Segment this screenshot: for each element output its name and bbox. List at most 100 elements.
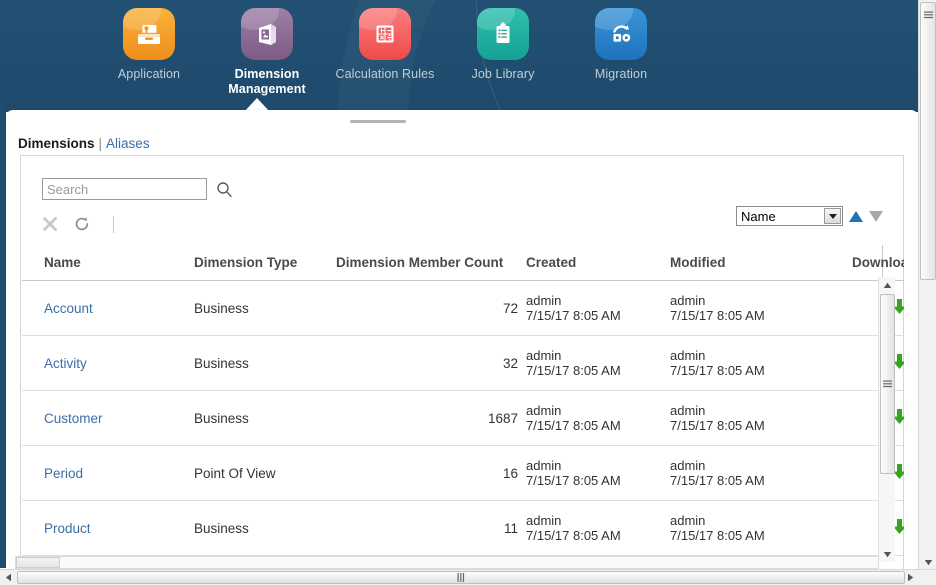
dimension-management-icon <box>241 8 293 60</box>
table-scroll-thumb[interactable] <box>880 294 895 474</box>
dimensions-table-scroll-area: Name Dimension Type Dimension Member Cou… <box>22 245 904 569</box>
breadcrumb: Dimensions | Aliases <box>18 136 150 151</box>
breadcrumb-dimensions: Dimensions <box>18 136 95 151</box>
sort-descending-icon[interactable] <box>869 210 883 222</box>
column-header-name[interactable]: Name <box>22 245 194 281</box>
scroll-thumb-grip <box>923 11 933 19</box>
page-scroll-thumb[interactable] <box>920 2 936 280</box>
cell-modified-time: 7/15/17 8:05 AM <box>670 363 765 378</box>
cell-dimension-type: Point Of View <box>194 445 336 501</box>
table-header: Name Dimension Type Dimension Member Cou… <box>22 245 904 281</box>
cell-created-user: admin <box>526 513 562 528</box>
table-row[interactable]: Account Business 72 admin 7/15/17 8:05 A… <box>22 280 904 336</box>
nav-label-migration: Migration <box>594 67 648 81</box>
dimension-link-activity[interactable]: Activity <box>44 356 87 371</box>
nav-label-dimension-management: Dimension Management <box>228 67 306 96</box>
cell-created-user: admin <box>526 458 562 473</box>
cell-created-time: 7/15/17 8:05 AM <box>526 363 621 378</box>
nav-label-application: Application <box>117 67 181 81</box>
page-horizontal-scrollbar[interactable] <box>0 569 936 585</box>
dimensions-table: Name Dimension Type Dimension Member Cou… <box>22 245 904 556</box>
page-scroll-down-icon[interactable] <box>919 554 936 570</box>
sort-ascending-icon[interactable] <box>849 210 863 222</box>
chevron-down-icon[interactable] <box>824 208 841 224</box>
nav-item-job-library[interactable]: Job Library <box>444 8 562 82</box>
table-row[interactable]: Customer Business 1687 admin 7/15/17 8:0… <box>22 390 904 446</box>
calculation-rules-icon <box>359 8 411 60</box>
breadcrumb-aliases-link[interactable]: Aliases <box>106 136 150 151</box>
cell-member-count: 32 <box>336 335 526 391</box>
table-row[interactable]: Product Business 11 admin 7/15/17 8:05 A… <box>22 500 904 556</box>
cell-dimension-type: Business <box>194 500 336 556</box>
close-x-icon[interactable] <box>41 215 59 233</box>
cell-created-user: admin <box>526 293 562 308</box>
nav-item-dimension-management[interactable]: Dimension Management <box>208 8 326 97</box>
search-toolbar <box>42 178 233 200</box>
panel-resize-handle[interactable] <box>350 120 406 123</box>
cell-dimension-type: Business <box>194 280 336 336</box>
magnifier-icon[interactable] <box>216 181 233 198</box>
nav-item-calculation-rules[interactable]: Calculation Rules <box>326 8 444 82</box>
scroll-thumb-grip <box>457 573 465 582</box>
column-header-created[interactable]: Created <box>526 245 670 281</box>
cell-member-count: 16 <box>336 445 526 501</box>
cell-created-time: 7/15/17 8:05 AM <box>526 308 621 323</box>
column-header-dimension-member-count[interactable]: Dimension Member Count <box>336 245 526 281</box>
scroll-thumb-grip <box>883 380 892 388</box>
action-toolbar <box>41 213 114 235</box>
job-library-icon <box>477 8 529 60</box>
scroll-left-icon[interactable] <box>1 571 15 584</box>
table-horizontal-scrollbar[interactable] <box>15 556 879 569</box>
cell-modified-user: admin <box>670 293 706 308</box>
table-row[interactable]: Activity Business 32 admin 7/15/17 8:05 … <box>22 335 904 391</box>
cell-member-count: 72 <box>336 280 526 336</box>
page-hscroll-thumb[interactable] <box>17 571 905 584</box>
application-icon <box>123 8 175 60</box>
cell-modified-user: admin <box>670 513 706 528</box>
dimension-link-period[interactable]: Period <box>44 466 83 481</box>
cell-dimension-type: Business <box>194 390 336 446</box>
cell-created-time: 7/15/17 8:05 AM <box>526 418 621 433</box>
migration-icon <box>595 8 647 60</box>
column-header-download[interactable]: Download <box>830 245 904 281</box>
cell-created-user: admin <box>526 348 562 363</box>
cell-dimension-type: Business <box>194 335 336 391</box>
table-vertical-scrollbar[interactable] <box>878 277 895 562</box>
table-hscroll-thumb[interactable] <box>16 557 60 568</box>
cell-modified-time: 7/15/17 8:05 AM <box>670 528 765 543</box>
cell-created-time: 7/15/17 8:05 AM <box>526 473 621 488</box>
toolbar-divider <box>113 215 114 233</box>
nav-label-calculation-rules: Calculation Rules <box>335 67 435 81</box>
cell-modified-time: 7/15/17 8:05 AM <box>670 473 765 488</box>
nav-item-migration[interactable]: Migration <box>562 8 680 82</box>
cell-modified-user: admin <box>670 403 706 418</box>
scroll-right-icon[interactable] <box>903 571 917 584</box>
refresh-icon[interactable] <box>73 215 91 233</box>
nav-item-application[interactable]: Application <box>90 8 208 82</box>
cell-member-count: 1687 <box>336 390 526 446</box>
dimension-link-product[interactable]: Product <box>44 521 91 536</box>
scroll-down-icon[interactable] <box>879 546 896 562</box>
cell-member-count: 11 <box>336 500 526 556</box>
table-header-row: Name Dimension Type Dimension Member Cou… <box>22 245 904 281</box>
table-body: Account Business 72 admin 7/15/17 8:05 A… <box>22 280 904 556</box>
breadcrumb-separator: | <box>98 136 103 151</box>
content-panel: Dimensions | Aliases Search Name Name Di… <box>6 110 918 570</box>
cell-created-user: admin <box>526 403 562 418</box>
dimension-link-customer[interactable]: Customer <box>44 411 103 426</box>
dimension-link-account[interactable]: Account <box>44 301 93 316</box>
scroll-up-icon[interactable] <box>879 277 896 293</box>
nav-label-job-library: Job Library <box>471 67 535 81</box>
top-navigation: Application Dimension Management Calcula… <box>90 8 680 97</box>
table-row[interactable]: Period Point Of View 16 admin 7/15/17 8:… <box>22 445 904 501</box>
cell-modified-time: 7/15/17 8:05 AM <box>670 418 765 433</box>
column-header-modified[interactable]: Modified <box>670 245 830 281</box>
cell-modified-user: admin <box>670 348 706 363</box>
sort-field-select[interactable]: Name <box>736 206 843 226</box>
sort-field-value: Name <box>741 208 776 224</box>
column-header-dimension-type[interactable]: Dimension Type <box>194 245 336 281</box>
cell-modified-time: 7/15/17 8:05 AM <box>670 308 765 323</box>
search-input[interactable] <box>42 178 207 200</box>
cell-modified-user: admin <box>670 458 706 473</box>
page-vertical-scrollbar[interactable] <box>918 0 936 570</box>
